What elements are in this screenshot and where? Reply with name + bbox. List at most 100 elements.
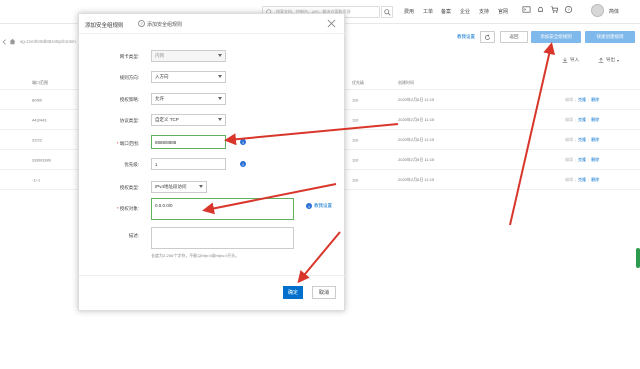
edit-link[interactable]: 编辑	[565, 117, 573, 123]
edit-link[interactable]: 编辑	[565, 177, 573, 183]
clone-link[interactable]: 克隆	[578, 177, 586, 183]
policy-label: 授权策略:	[119, 97, 139, 102]
priority-cell: 110	[352, 157, 359, 162]
help-icon[interactable]: ?	[564, 5, 573, 14]
add-rule-dialog: 添加安全组规则 ? 添加安全组规则 网卡类型: 内网 规则方向: 入方向 授权策…	[78, 13, 346, 311]
auth-object-label: * 授权对象:	[116, 206, 139, 211]
time-cell: 2020年2月8日 11:15	[398, 96, 435, 102]
delete-link[interactable]: 删除	[591, 137, 599, 143]
port-cell: 22/22	[32, 137, 43, 142]
export-icon	[598, 57, 604, 63]
bell-icon[interactable]	[536, 5, 545, 14]
header-time: 创建时间	[398, 79, 414, 85]
language-switch[interactable]: 简体	[609, 8, 619, 15]
direction-select[interactable]: 入方向	[151, 71, 226, 83]
delete-link[interactable]: 删除	[591, 117, 599, 123]
search-button[interactable]	[381, 6, 393, 18]
quick-rule-button[interactable]: 快速创建规则	[585, 31, 635, 43]
edit-link[interactable]: 编辑	[565, 157, 573, 163]
nic-label: 网卡类型:	[119, 54, 139, 59]
clone-link[interactable]: 克隆	[578, 117, 586, 123]
policy-select[interactable]: 允许	[151, 93, 226, 105]
auth-object-help-link[interactable]: 教我设置	[314, 203, 332, 209]
time-cell: 2020年2月8日 11:15	[398, 136, 435, 142]
svg-text:?: ?	[567, 7, 570, 12]
port-cell: 3389/3389	[32, 157, 51, 162]
chevron-down-icon	[199, 185, 203, 188]
back-button[interactable]: 返回	[500, 31, 528, 43]
port-cell: 443/443	[32, 117, 47, 122]
priority-cell: 110	[352, 117, 359, 122]
close-icon[interactable]	[327, 19, 336, 28]
back-arrow-icon[interactable]	[2, 39, 8, 45]
time-cell: 2020年2月8日 11:15	[398, 156, 435, 162]
dialog-help-link[interactable]: 添加安全组规则	[147, 21, 182, 28]
chevron-down-icon	[218, 97, 222, 100]
auth-type-select[interactable]: IPv4地址段访问	[151, 181, 207, 193]
delete-link[interactable]: 删除	[591, 157, 599, 163]
priority-cell: 110	[352, 177, 359, 182]
search-icon	[383, 8, 391, 16]
description-tip: 长度为2-256个字符，不能以http://或https://开头。	[151, 253, 240, 258]
port-cell: 80/80	[32, 97, 43, 102]
port-cell: -1/-1	[32, 177, 41, 182]
chevron-down-icon	[218, 75, 222, 78]
export-button[interactable]: 导出 ▾	[598, 57, 619, 63]
home-icon	[9, 38, 16, 45]
nav-support[interactable]: 支持	[479, 8, 489, 15]
time-cell: 2020年2月8日 11:15	[398, 176, 435, 182]
port-input[interactable]: 8888/8888	[151, 135, 226, 149]
refresh-icon	[485, 33, 490, 40]
help-link[interactable]: 教我设置	[455, 31, 477, 43]
import-button[interactable]: 导入	[562, 57, 579, 63]
header-priority: 优先级	[352, 79, 364, 85]
refresh-button[interactable]	[480, 31, 495, 43]
header-port: 端口范围	[32, 79, 48, 85]
priority-label: 优先级:	[124, 162, 139, 167]
priority-cell: 110	[352, 137, 359, 142]
dialog-title: 添加安全组规则	[85, 23, 124, 29]
chevron-down-icon	[218, 118, 222, 121]
help-icon[interactable]: ?	[138, 20, 145, 27]
delete-link[interactable]: 删除	[591, 177, 599, 183]
add-rule-button[interactable]: 添加安全组规则	[531, 31, 581, 43]
edit-link[interactable]: 编辑	[565, 97, 573, 103]
terminal-icon[interactable]	[522, 5, 531, 14]
info-icon[interactable]: i	[240, 161, 246, 167]
edit-link[interactable]: 编辑	[565, 137, 573, 143]
dialog-divider	[79, 275, 346, 276]
breadcrumb: sg-2ze3hr9dbt9ze8pzbm6m	[20, 39, 76, 44]
description-textarea[interactable]	[151, 227, 294, 249]
cancel-button[interactable]: 取消	[312, 286, 336, 299]
protocol-label: 协议类型:	[119, 118, 139, 123]
description-label: 描述:	[128, 233, 139, 238]
direction-label: 规则方向:	[119, 75, 139, 80]
dialog-header: 添加安全组规则 ? 添加安全组规则	[79, 14, 346, 34]
clone-link[interactable]: 克隆	[578, 137, 586, 143]
nav-ticket[interactable]: 工单	[423, 8, 433, 15]
info-icon[interactable]: i	[306, 203, 312, 209]
chevron-down-icon: ▾	[617, 57, 620, 63]
auth-type-label: 授权类型:	[119, 185, 139, 190]
nav-filing[interactable]: 备案	[441, 8, 451, 15]
delete-link[interactable]: 删除	[591, 97, 599, 103]
time-cell: 2020年2月8日 11:15	[398, 116, 435, 122]
priority-input[interactable]: 1	[151, 158, 226, 170]
scroll-indicator[interactable]	[636, 248, 640, 268]
cart-icon[interactable]	[550, 5, 559, 14]
priority-cell: 110	[352, 97, 359, 102]
import-icon	[562, 57, 568, 63]
protocol-select[interactable]: 自定义 TCP	[151, 114, 226, 126]
chevron-down-icon	[218, 54, 222, 57]
nav-official[interactable]: 官网	[498, 8, 508, 15]
clone-link[interactable]: 克隆	[578, 157, 586, 163]
clone-link[interactable]: 克隆	[578, 97, 586, 103]
avatar[interactable]	[591, 4, 604, 17]
ok-button[interactable]: 确定	[283, 286, 303, 299]
nic-select: 内网	[151, 50, 226, 62]
nav-fees[interactable]: 费用	[404, 8, 414, 15]
port-label: * 端口范围:	[116, 141, 139, 146]
nav-enterprise[interactable]: 企业	[460, 8, 470, 15]
info-icon[interactable]: i	[240, 139, 246, 145]
auth-object-textarea[interactable]: 0.0.0.0/0	[151, 198, 294, 220]
